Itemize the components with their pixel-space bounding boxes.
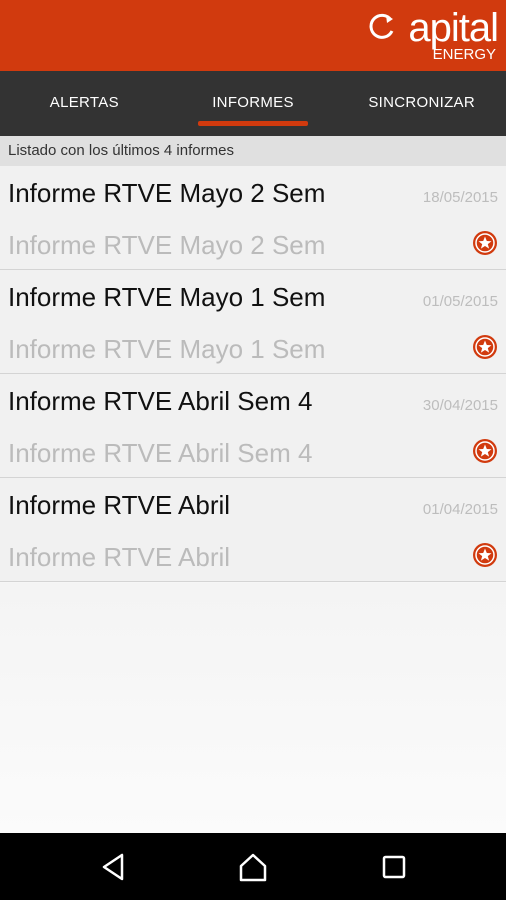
tab-label: SINCRONIZAR xyxy=(368,94,475,111)
tab-label: ALERTAS xyxy=(49,94,119,111)
reports-list: Informe RTVE Mayo 2 Sem 18/05/2015 Infor… xyxy=(0,166,506,582)
back-triangle-icon[interactable] xyxy=(98,851,130,883)
report-title: Informe RTVE Mayo 2 Sem xyxy=(8,178,326,208)
tab-bar: ALERTAS INFORMES SINCRONIZAR xyxy=(0,71,506,136)
report-item[interactable]: Informe RTVE Abril Sem 4 30/04/2015 Info… xyxy=(0,374,506,478)
tab-label: INFORMES xyxy=(212,94,294,111)
report-date: 18/05/2015 xyxy=(422,189,498,206)
report-date: 01/04/2015 xyxy=(422,501,498,518)
logo-arrow-ring-icon xyxy=(369,13,394,39)
report-subtitle: Informe RTVE Mayo 1 Sem xyxy=(8,334,326,364)
list-subheader: Listado con los últimos 4 informes xyxy=(0,136,506,166)
tab-alertas[interactable]: ALERTAS xyxy=(0,71,169,136)
report-item[interactable]: Informe RTVE Mayo 1 Sem 01/05/2015 Infor… xyxy=(0,270,506,374)
logo-text: apital xyxy=(408,6,499,50)
report-subtitle: Informe RTVE Mayo 2 Sem xyxy=(8,230,326,260)
report-title: Informe RTVE Abril Sem 4 xyxy=(8,386,313,416)
report-subtitle: Informe RTVE Abril Sem 4 xyxy=(8,438,313,468)
logo-subtext: ENERGY xyxy=(432,46,496,63)
star-badge-icon[interactable] xyxy=(472,438,498,464)
empty-list-area xyxy=(0,583,506,833)
report-date: 30/04/2015 xyxy=(422,397,498,414)
tab-informes[interactable]: INFORMES xyxy=(169,71,338,136)
capital-energy-logo: apital ENERGY xyxy=(360,6,500,66)
recents-square-icon[interactable] xyxy=(378,851,410,883)
star-badge-icon[interactable] xyxy=(472,334,498,360)
home-icon[interactable] xyxy=(237,851,269,883)
app-header: apital ENERGY xyxy=(0,0,506,71)
report-date: 01/05/2015 xyxy=(422,293,498,310)
tab-sincronizar[interactable]: SINCRONIZAR xyxy=(337,71,506,136)
system-nav-bar xyxy=(0,833,506,900)
report-item[interactable]: Informe RTVE Abril 01/04/2015 Informe RT… xyxy=(0,478,506,582)
report-item[interactable]: Informe RTVE Mayo 2 Sem 18/05/2015 Infor… xyxy=(0,166,506,270)
report-title: Informe RTVE Abril xyxy=(8,490,231,520)
report-subtitle: Informe RTVE Abril xyxy=(8,542,231,572)
star-badge-icon[interactable] xyxy=(472,542,498,568)
star-badge-icon[interactable] xyxy=(472,230,498,256)
report-title: Informe RTVE Mayo 1 Sem xyxy=(8,282,326,312)
